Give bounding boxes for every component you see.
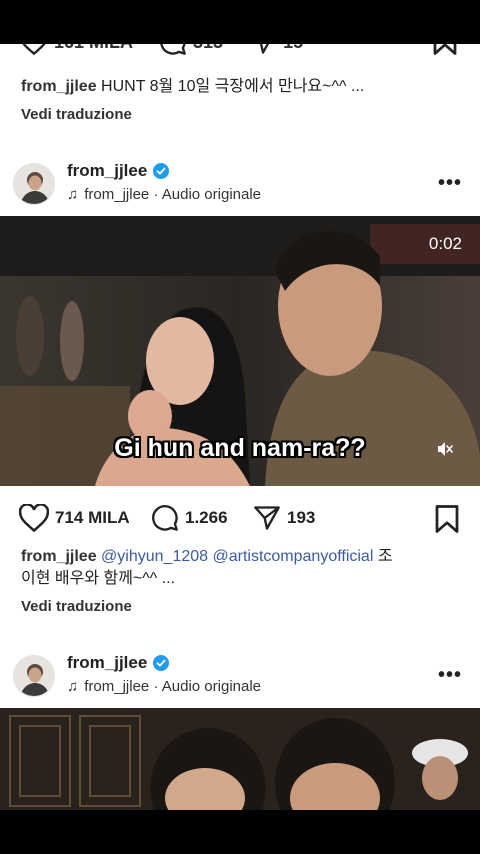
post2-header: from_jjlee ♫ from_jjlee · Audio original…	[0, 650, 480, 706]
comment-icon	[152, 505, 178, 531]
prev-comment-button[interactable]: 313	[159, 44, 223, 56]
verified-icon	[153, 163, 170, 179]
video-timer: 0:02	[428, 234, 462, 253]
heart-icon	[19, 504, 49, 532]
video-subtitle: Gi hun and nam-ra??	[114, 434, 366, 462]
post1-caption: from_jjlee @yihyun_1208 @artistcompanyof…	[21, 546, 461, 590]
prev-share-count: 15	[283, 44, 303, 53]
prev-comment-count: 313	[193, 44, 223, 53]
bookmark-icon[interactable]	[434, 504, 460, 534]
post1-audio[interactable]: ♫ from_jjlee · Audio originale	[67, 186, 261, 203]
post1-username[interactable]: from_jjlee	[67, 161, 170, 181]
heart-icon	[22, 44, 46, 55]
audio-text: from_jjlee · Audio originale	[84, 186, 262, 203]
share-icon	[259, 44, 270, 54]
video-frame	[0, 708, 480, 810]
prev-see-translation-link[interactable]: Vedi traduzione	[21, 106, 132, 123]
audio-text: from_jjlee · Audio originale	[84, 678, 262, 695]
post1-header: from_jjlee ♫ from_jjlee · Audio original…	[0, 158, 480, 214]
verified-icon	[153, 655, 170, 671]
caption-text: 조	[377, 548, 393, 565]
caption-username[interactable]: from_jjlee	[21, 548, 97, 565]
see-translation-link[interactable]: Vedi traduzione	[21, 598, 132, 615]
post1-video[interactable]: 0:02 Gi hun and nam-ra??	[0, 216, 480, 486]
post2-username[interactable]: from_jjlee	[67, 653, 170, 673]
caption-text: HUNT 8월 10일 극장에서 만나요~^^ ...	[101, 78, 365, 95]
caption-text: 이현 배우와 함께~^^ ...	[21, 570, 176, 587]
comment-button[interactable]: 1.266	[151, 498, 228, 538]
avatar[interactable]	[13, 163, 55, 205]
more-icon[interactable]: •••	[438, 172, 462, 195]
caption-username[interactable]: from_jjlee	[21, 78, 97, 95]
bookmark-icon[interactable]	[432, 44, 458, 56]
more-icon[interactable]: •••	[438, 664, 462, 687]
instagram-feed[interactable]: 161 MILA 313 15 from_jjlee HUNT 8월 10일 극…	[0, 44, 480, 810]
share-icon	[254, 506, 280, 530]
caption-mention[interactable]: @artistcompanyofficial	[212, 548, 373, 565]
music-note-icon: ♫	[67, 678, 79, 695]
comment-count: 1.266	[185, 508, 228, 527]
username-text: from_jjlee	[67, 161, 148, 180]
share-count: 193	[287, 508, 316, 527]
top-letterbox	[0, 0, 480, 44]
username-text: from_jjlee	[67, 653, 148, 672]
prev-like-count: 161 MILA	[54, 44, 133, 53]
prev-like-button[interactable]: 161 MILA	[20, 44, 133, 55]
music-note-icon: ♫	[67, 186, 79, 203]
like-button[interactable]: 714 MILA	[19, 498, 130, 538]
share-button[interactable]: 193	[253, 498, 315, 538]
prev-share-button[interactable]: 15	[249, 44, 303, 55]
prev-post-actions: 161 MILA 313 15	[0, 44, 480, 64]
bottom-letterbox	[0, 810, 480, 854]
like-count: 714 MILA	[55, 508, 130, 527]
caption-mention[interactable]: @yihyun_1208	[101, 548, 208, 565]
post2-video[interactable]	[0, 708, 480, 810]
comment-icon	[160, 44, 186, 55]
prev-post-caption: from_jjlee HUNT 8월 10일 극장에서 만나요~^^ ...	[21, 76, 461, 98]
post2-audio[interactable]: ♫ from_jjlee · Audio originale	[67, 678, 261, 695]
avatar[interactable]	[13, 655, 55, 697]
post1-actions: 714 MILA 1.266 193	[0, 498, 480, 542]
